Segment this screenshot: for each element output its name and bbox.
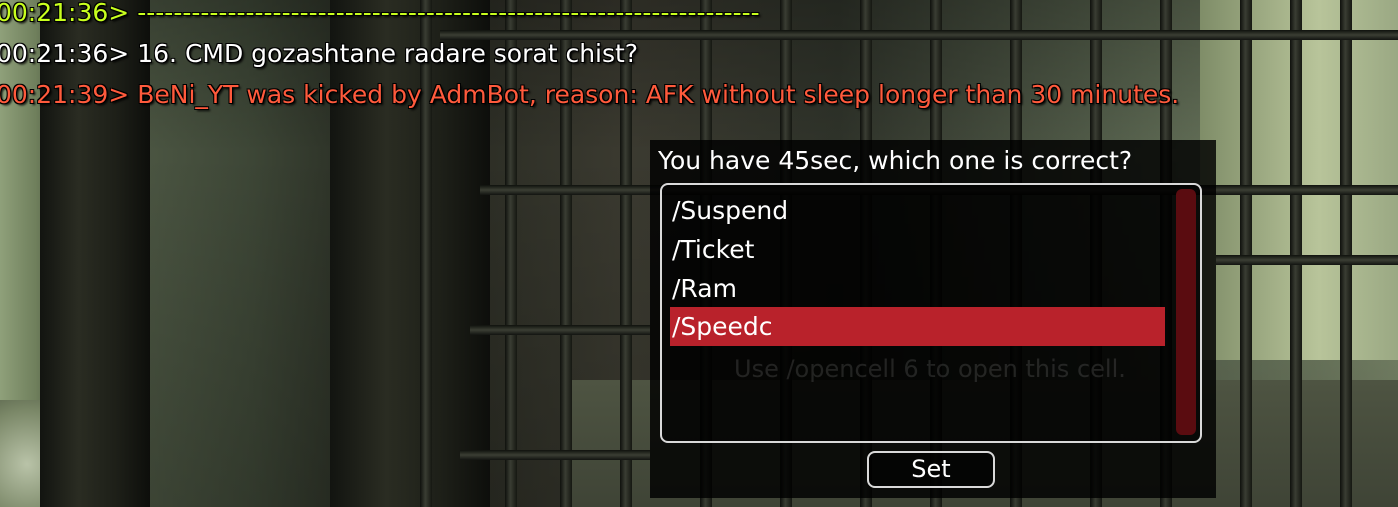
chat-timestamp: 00:21:36> <box>0 0 130 27</box>
cell-hint-text: Use /opencell 6 to open this cell. <box>734 355 1126 383</box>
scene-rail <box>460 450 650 460</box>
chat-message: 16. CMD gozashtane radare sorat chist? <box>137 39 639 68</box>
list-scrollbar[interactable] <box>1176 189 1196 435</box>
scene-bar <box>1240 0 1252 507</box>
chat-timestamp: 00:21:36> <box>0 39 130 68</box>
dialog-title: You have 45sec, which one is correct? <box>658 146 1133 175</box>
scene-bar <box>1290 0 1302 507</box>
chat-line: 00:21:36> 16. CMD gozashtane radare sorat… <box>0 33 1179 74</box>
option-speedc[interactable]: /Speedc <box>670 307 1165 346</box>
scene-bar <box>1340 0 1352 507</box>
set-button[interactable]: Set <box>867 451 995 488</box>
chat-line: 00:21:36> -------------------------------… <box>0 0 1179 33</box>
question-dialog: You have 45sec, which one is correct? Us… <box>650 140 1216 498</box>
chat-timestamp: 00:21:39> <box>0 80 130 109</box>
scene-rail <box>1216 255 1398 265</box>
option-ticket[interactable]: /Ticket <box>670 230 1165 269</box>
option-suspend[interactable]: /Suspend <box>670 191 1165 230</box>
chat-line: 00:21:39> BeNi_YT was kicked by AdmBot, r… <box>0 74 1179 115</box>
chat-log: 00:21:36> -------------------------------… <box>0 0 1179 115</box>
options-list: Use /opencell 6 to open this cell. /Susp… <box>660 183 1202 443</box>
scene-rail <box>470 325 650 335</box>
chat-message: BeNi_YT was kicked by AdmBot, reason: AF… <box>137 80 1180 109</box>
option-ram[interactable]: /Ram <box>670 269 1165 308</box>
chat-message: ----------------------------------------… <box>137 0 760 27</box>
